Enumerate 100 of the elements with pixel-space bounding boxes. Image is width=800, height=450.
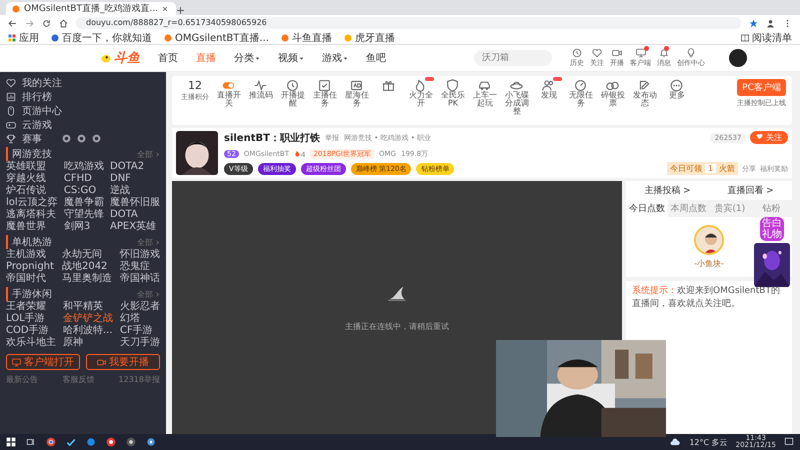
game-link[interactable]: 帝国神话: [120, 273, 160, 285]
game-link[interactable]: CFHD: [64, 173, 104, 185]
game-link[interactable]: DNF: [110, 173, 160, 185]
promo-title[interactable]: 告白礼物: [760, 217, 784, 241]
reading-list-button[interactable]: 阅读清单: [741, 30, 792, 44]
game-link[interactable]: 欢乐斗地主: [6, 337, 56, 349]
toolbar-tool[interactable]: 碎银投票: [597, 79, 628, 112]
nav-link[interactable]: 游戏: [322, 51, 348, 65]
game-link[interactable]: 魔兽怀旧服: [110, 197, 160, 209]
task-view-icon[interactable]: [26, 437, 36, 447]
panel-link[interactable]: 主播投稿 >: [644, 184, 691, 197]
tab-favicon-icon: [12, 4, 20, 12]
nav-link[interactable]: 首页: [158, 51, 178, 65]
game-link[interactable]: 原神: [63, 337, 113, 349]
nav-link[interactable]: 视频: [278, 51, 304, 65]
new-tab-icon[interactable]: [176, 6, 185, 15]
bookmark[interactable]: 应用: [8, 30, 39, 44]
bookmark[interactable]: 斗鱼直播: [280, 30, 332, 44]
toolbar-tool[interactable]: 主播任务: [309, 79, 340, 112]
toolbar-tool[interactable]: 上车一起玩: [469, 79, 500, 112]
game-link[interactable]: 怀旧游戏: [120, 249, 160, 261]
game-link[interactable]: COD手游: [6, 325, 56, 337]
pencil-icon: [638, 79, 651, 92]
loading-message: 主播正在连线中，请稍后重试: [345, 321, 449, 332]
game-link[interactable]: 逃离塔科夫: [6, 209, 58, 221]
game-link[interactable]: 恐鬼症: [120, 261, 160, 273]
bookmark[interactable]: 百度一下，你就知道: [51, 30, 152, 44]
toolbar-tool[interactable]: 小飞碟分成调整: [501, 79, 532, 122]
sidebar-button[interactable]: 客户端打开: [6, 354, 80, 370]
game-link[interactable]: DOTA2: [110, 161, 160, 173]
bookmark[interactable]: 虎牙直播: [344, 30, 395, 44]
game-link[interactable]: DOTA: [110, 209, 160, 221]
bookmark[interactable]: OMGsilentBT直播...: [164, 30, 269, 44]
toolbar-tool[interactable]: 发布动态: [629, 79, 660, 112]
game-link[interactable]: 守望先锋: [64, 209, 104, 221]
toolbar-tool[interactable]: 开播提醒: [277, 79, 308, 112]
game-link[interactable]: 魔兽世界: [6, 221, 58, 233]
game-link[interactable]: 天刀手游: [120, 337, 160, 349]
game-link[interactable]: 幻塔: [120, 313, 160, 325]
toolbar-tool[interactable]: 全民乐PK: [437, 79, 468, 112]
game-link[interactable]: 穿越火线: [6, 173, 58, 185]
game-link[interactable]: Propnight: [6, 261, 54, 273]
game-link[interactable]: LOL手游: [6, 313, 56, 325]
game-link[interactable]: 王者荣耀: [6, 301, 56, 313]
game-link[interactable]: 炉石传说: [6, 185, 58, 197]
address-bar[interactable]: douyu.com/888827_r=0.6517340598065926: [76, 17, 741, 29]
game-link[interactable]: lol云顶之弈: [6, 197, 58, 209]
sidebar-item[interactable]: 赛事: [6, 132, 160, 145]
game-link[interactable]: 和平精英: [63, 301, 113, 313]
game-link[interactable]: CF手游: [120, 325, 160, 337]
sidebar-item[interactable]: 云游戏: [6, 118, 160, 131]
sidebar-button[interactable]: 我要开播: [86, 354, 160, 370]
game-link[interactable]: 剑网3: [64, 221, 104, 233]
sidebar-item[interactable]: 排行榜: [6, 90, 160, 103]
toolbar-tool[interactable]: 火力全开: [405, 79, 436, 112]
game-link[interactable]: 主机游戏: [6, 249, 54, 261]
game-link[interactable]: 逆战: [110, 185, 160, 197]
ranking-tab[interactable]: 今日点数: [626, 200, 668, 217]
toolbar-tool[interactable]: 无限任务: [565, 79, 596, 112]
game-link[interactable]: 火影忍者: [120, 301, 160, 313]
flame-icon: [414, 79, 427, 92]
back-icon[interactable]: [8, 18, 17, 28]
game-link[interactable]: 吃鸡游戏: [64, 161, 104, 173]
camera-icon: [97, 358, 106, 366]
star-icon[interactable]: [749, 18, 758, 28]
reload-icon[interactable]: [42, 18, 51, 28]
profile-icon[interactable]: [766, 18, 775, 28]
toolbar-tool[interactable]: 发现: [533, 79, 564, 102]
game-link[interactable]: 永劫无间: [62, 249, 112, 261]
check-app-icon[interactable]: [66, 437, 76, 447]
user-avatar[interactable]: [729, 49, 747, 67]
close-icon[interactable]: [162, 6, 168, 12]
notification-icon[interactable]: [784, 437, 794, 447]
game-link[interactable]: 魔兽争霸: [64, 197, 104, 209]
nav-link[interactable]: 分类: [234, 51, 260, 65]
panel-link[interactable]: 直播回看 >: [727, 184, 774, 197]
reward-banner[interactable]: 今日可领 1 火箭: [666, 162, 738, 175]
game-link[interactable]: 哈利波特...: [63, 325, 113, 337]
toolbar-tool[interactable]: 星海任务: [341, 79, 372, 112]
aperture-icon[interactable]: [126, 437, 136, 447]
sidebar-item[interactable]: 页游中心: [6, 104, 160, 117]
windows-start-icon[interactable]: [6, 437, 16, 447]
nav-link[interactable]: 鱼吧: [366, 51, 386, 65]
game-link[interactable]: APEX英雄: [110, 221, 160, 233]
sidebar-item[interactable]: 我的关注: [6, 76, 160, 89]
game-link[interactable]: 金铲铲之战: [63, 313, 113, 325]
game-link[interactable]: 英雄联盟: [6, 161, 58, 173]
app-icon[interactable]: [146, 437, 156, 447]
game-link[interactable]: 帝国时代: [6, 273, 54, 285]
game-link[interactable]: 战地2042: [62, 261, 112, 273]
browser-tab[interactable]: OMGsilentBT直播_吃鸡游戏直...: [6, 2, 176, 15]
search-field[interactable]: 沃刀箱: [474, 50, 552, 66]
home-icon[interactable]: [59, 18, 68, 28]
toolbar-tool[interactable]: 更多: [661, 79, 692, 102]
gift-icon: [382, 79, 395, 92]
toolbar-tool[interactable]: 直播开关: [213, 79, 244, 112]
browser-icon[interactable]: [46, 437, 56, 447]
toolbar-tool[interactable]: 推流码: [245, 79, 276, 102]
game-link[interactable]: CS:GO: [64, 185, 104, 197]
game-link[interactable]: 马里奥制造: [62, 273, 112, 285]
